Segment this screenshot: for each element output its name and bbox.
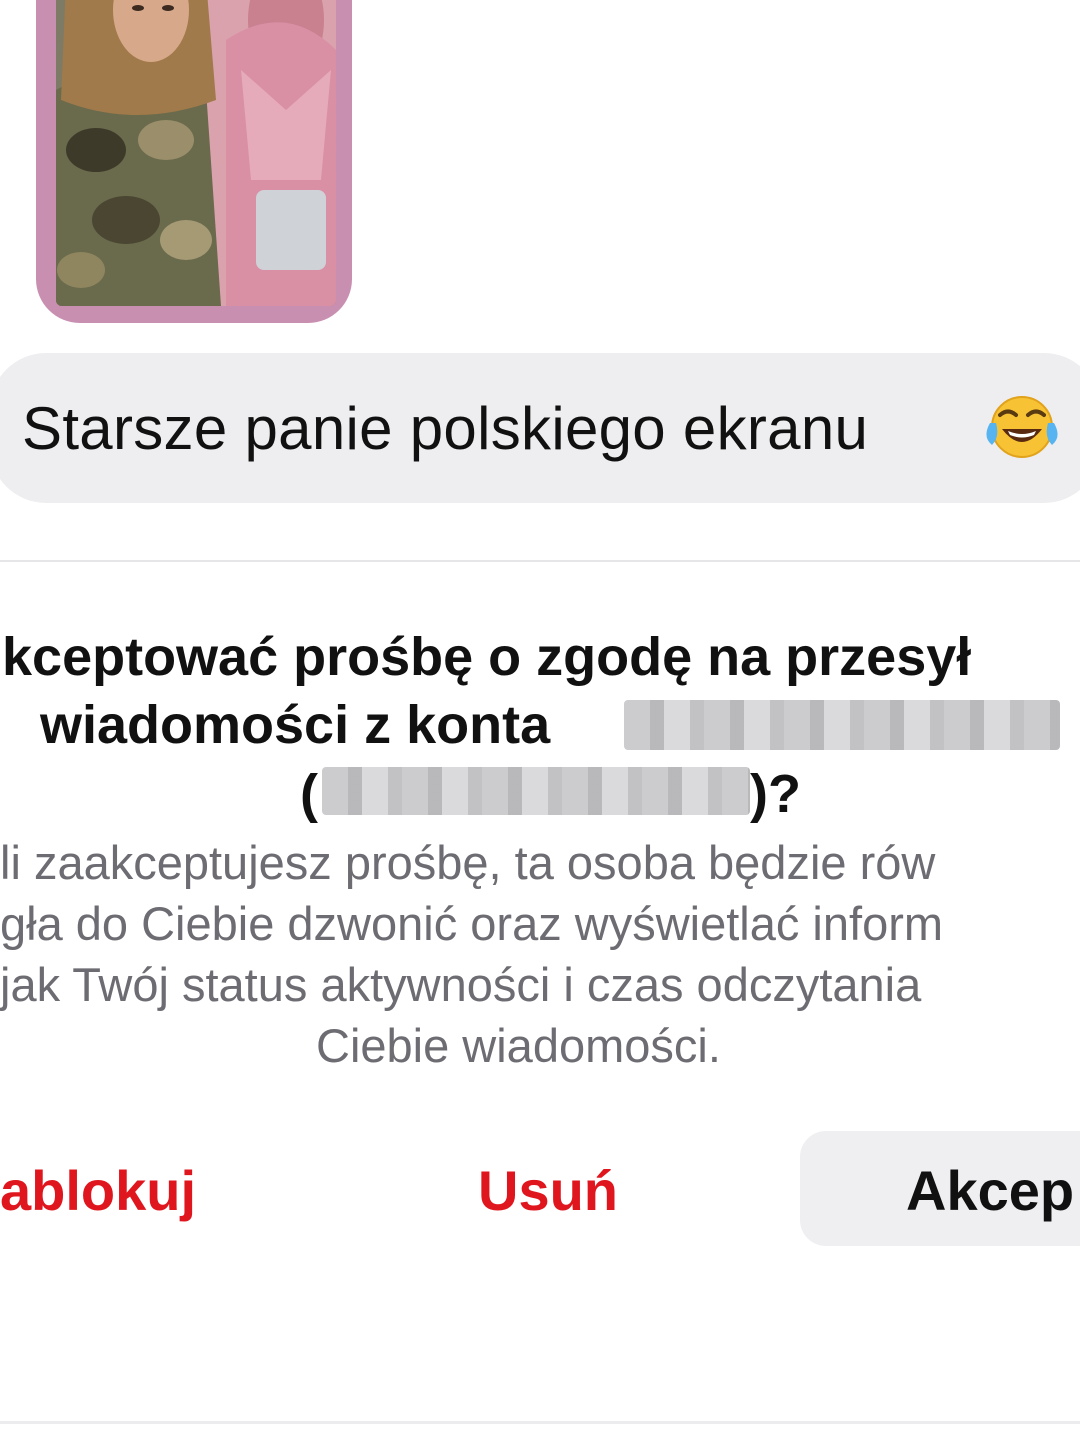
message-request-screen: Starsze panie polskiego ekranu kceptować…	[0, 0, 1080, 1433]
redacted-account-name	[624, 700, 1060, 750]
bottom-divider	[0, 1421, 1080, 1424]
block-button[interactable]: ablokuj	[0, 1158, 196, 1223]
accept-button[interactable]: Akcep	[800, 1131, 1080, 1246]
shared-story-thumbnail[interactable]	[36, 0, 352, 323]
story-image	[56, 0, 336, 306]
request-title-line-2: wiadomości z konta	[40, 695, 551, 755]
request-title-line-3-open: (	[300, 764, 318, 824]
delete-button[interactable]: Usuń	[478, 1158, 618, 1223]
request-description-line-4: Ciebie wiadomości.	[316, 1019, 721, 1072]
redacted-username	[322, 767, 750, 815]
message-text: Starsze panie polskiego ekranu	[22, 395, 869, 462]
accept-button-label: Akcep	[906, 1159, 1075, 1222]
request-title-line-3-close: )?	[750, 764, 801, 824]
request-description-line-2: gła do Ciebie dzwonić oraz wyświetlać in…	[0, 897, 944, 950]
request-description-line-3: jak Twój status aktywności i czas odczyt…	[0, 958, 922, 1011]
request-title-line-1: kceptować prośbę o zgodę na przesył	[2, 627, 972, 687]
request-description-line-1: li zaakceptujesz prośbę, ta osoba będzie…	[0, 836, 936, 889]
divider	[0, 560, 1080, 562]
face-with-tears-of-joy-icon	[986, 396, 1058, 458]
